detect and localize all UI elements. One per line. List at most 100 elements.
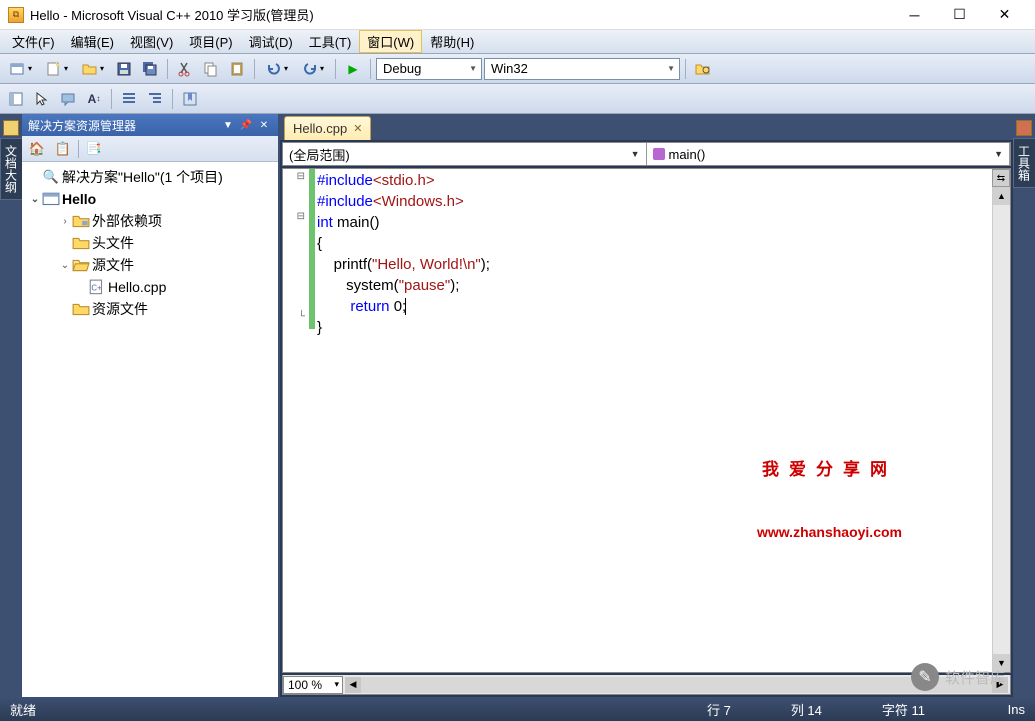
cut-button[interactable]	[173, 57, 197, 81]
panel-close-button[interactable]: ✕	[256, 117, 272, 133]
editor-body: ⊟⊟└ #include<stdio.h> #include<Windows.h…	[282, 168, 1011, 673]
vertical-scrollbar[interactable]: ▲▼	[992, 187, 1010, 672]
menu-bar: 文件(F) 编辑(E) 视图(V) 项目(P) 调试(D) 工具(T) 窗口(W…	[0, 30, 1035, 54]
panel-title: 解决方案资源管理器	[28, 117, 136, 134]
folder-icon	[72, 235, 90, 251]
project-icon	[42, 191, 60, 207]
watermark: 我爱分享网 www.zhanshaoyi.com	[757, 420, 902, 582]
add-item-button[interactable]: ▾	[40, 57, 74, 81]
sources-label: 源文件	[92, 255, 134, 275]
solution-explorer: 解决方案资源管理器 ▼ 📌 ✕ 🏠 📋 📑 🔍 解决方案"Hello"(1 个项…	[22, 114, 280, 697]
folder-open-icon	[72, 257, 90, 273]
method-icon	[653, 148, 665, 160]
paste-button[interactable]	[225, 57, 249, 81]
window-title: Hello - Microsoft Visual C++ 2010 学习版(管理…	[30, 5, 892, 24]
left-rail: 文档大纲	[0, 114, 22, 697]
menu-help[interactable]: 帮助(H)	[422, 30, 482, 53]
tree-solution-root[interactable]: 🔍 解决方案"Hello"(1 个项目)	[24, 166, 276, 188]
panel-dropdown-button[interactable]: ▼	[220, 117, 236, 133]
badge-text: 软件智库	[945, 667, 1005, 688]
status-bar: 就绪 行 7 列 14 字符 11 Ins	[0, 697, 1035, 721]
right-rail: 工具箱	[1013, 114, 1035, 697]
fold-gutter[interactable]: ⊟⊟└	[283, 169, 309, 672]
close-button[interactable]: ✕	[982, 1, 1027, 29]
watermark-line2: www.zhanshaoyi.com	[757, 522, 902, 542]
menu-edit[interactable]: 编辑(E)	[63, 30, 122, 53]
toolbar-main: ▾ ▾ ▾ ▾ ▾ ▶ Debug Win32	[0, 54, 1035, 84]
menu-project[interactable]: 项目(P)	[181, 30, 240, 53]
open-button[interactable]: ▾	[76, 57, 110, 81]
tree-headers[interactable]: 头文件	[24, 232, 276, 254]
tab-label: Hello.cpp	[293, 121, 347, 136]
tree-resources[interactable]: 资源文件	[24, 298, 276, 320]
status-col: 列 14	[791, 700, 822, 719]
bookmark-button[interactable]	[178, 87, 202, 111]
folder-ref-icon	[72, 213, 90, 229]
menu-tools[interactable]: 工具(T)	[301, 30, 360, 53]
outline-icon	[3, 120, 19, 136]
solution-tree[interactable]: 🔍 解决方案"Hello"(1 个项目) ⌄ Hello › 外部依赖项 头文件…	[22, 162, 278, 697]
font-size-button[interactable]: A↕	[82, 87, 106, 111]
folder-icon	[72, 301, 90, 317]
redo-button[interactable]: ▾	[296, 57, 330, 81]
menu-file[interactable]: 文件(F)	[4, 30, 63, 53]
tree-external[interactable]: › 外部依赖项	[24, 210, 276, 232]
page-badge: ✎ 软件智库	[911, 663, 1005, 691]
indent-left-button[interactable]	[117, 87, 141, 111]
horizontal-scrollbar[interactable]: ◀▶	[345, 677, 1008, 693]
left-rail-tab[interactable]: 文档大纲	[0, 138, 23, 200]
app-icon: ⧉	[8, 7, 24, 23]
tree-sources[interactable]: ⌄ 源文件	[24, 254, 276, 276]
config-combo[interactable]: Debug	[376, 58, 482, 80]
indent-right-button[interactable]	[143, 87, 167, 111]
toolbox-icon	[1016, 120, 1032, 136]
tree-project[interactable]: ⌄ Hello	[24, 188, 276, 210]
panel-toolbar: 🏠 📋 📑	[22, 136, 278, 162]
svg-text:C+: C+	[91, 283, 102, 292]
solution-label: 解决方案"Hello"(1 个项目)	[62, 167, 223, 187]
menu-window[interactable]: 窗口(W)	[359, 30, 422, 53]
cpp-file-icon: C+	[88, 279, 106, 295]
panel-header[interactable]: 解决方案资源管理器 ▼ 📌 ✕	[22, 114, 278, 136]
title-bar: ⧉ Hello - Microsoft Visual C++ 2010 学习版(…	[0, 0, 1035, 30]
menu-debug[interactable]: 调试(D)	[241, 30, 301, 53]
zoom-combo[interactable]: 100 %	[283, 676, 343, 694]
save-button[interactable]	[112, 57, 136, 81]
main-area: 文档大纲 解决方案资源管理器 ▼ 📌 ✕ 🏠 📋 📑 🔍 解决方案"Hello"…	[0, 114, 1035, 697]
undo-button[interactable]: ▾	[260, 57, 294, 81]
select-element-button[interactable]	[30, 87, 54, 111]
editor-tab-hello[interactable]: Hello.cpp ✕	[284, 116, 371, 140]
badge-icon: ✎	[911, 663, 939, 691]
right-rail-tab[interactable]: 工具箱	[1013, 138, 1035, 188]
editor-nav: (全局范围) main()	[282, 142, 1011, 166]
panel-refresh-button[interactable]: 📋	[52, 138, 74, 160]
headers-label: 头文件	[92, 233, 134, 253]
code-editor[interactable]: #include<stdio.h> #include<Windows.h> in…	[315, 169, 992, 672]
save-all-button[interactable]	[138, 57, 162, 81]
solution-icon: 🔍	[42, 169, 60, 185]
toolbar-text: A↕	[0, 84, 1035, 114]
status-ready: 就绪	[10, 700, 36, 719]
tree-file-hello[interactable]: C+ Hello.cpp	[24, 276, 276, 298]
menu-view[interactable]: 视图(V)	[122, 30, 181, 53]
platform-combo[interactable]: Win32	[484, 58, 680, 80]
scope-combo[interactable]: (全局范围)	[283, 143, 647, 165]
start-debug-button[interactable]: ▶	[341, 57, 365, 81]
toggle-view-button[interactable]	[4, 87, 28, 111]
copy-button[interactable]	[199, 57, 223, 81]
maximize-button[interactable]: ☐	[937, 1, 982, 29]
panel-properties-button[interactable]: 📑	[83, 138, 105, 160]
split-toggle-button[interactable]: ⇆	[992, 169, 1010, 187]
panel-home-button[interactable]: 🏠	[26, 138, 48, 160]
comment-button[interactable]	[56, 87, 80, 111]
resources-label: 资源文件	[92, 299, 148, 319]
minimize-button[interactable]: ─	[892, 1, 937, 29]
file-label: Hello.cpp	[108, 279, 166, 295]
find-in-files-button[interactable]	[691, 57, 715, 81]
tab-close-button[interactable]: ✕	[353, 122, 362, 135]
status-char: 字符 11	[882, 700, 925, 719]
editor-footer: 100 % ◀▶	[282, 675, 1011, 695]
panel-pin-button[interactable]: 📌	[238, 117, 254, 133]
new-project-button[interactable]: ▾	[4, 57, 38, 81]
member-combo[interactable]: main()	[647, 143, 1011, 165]
